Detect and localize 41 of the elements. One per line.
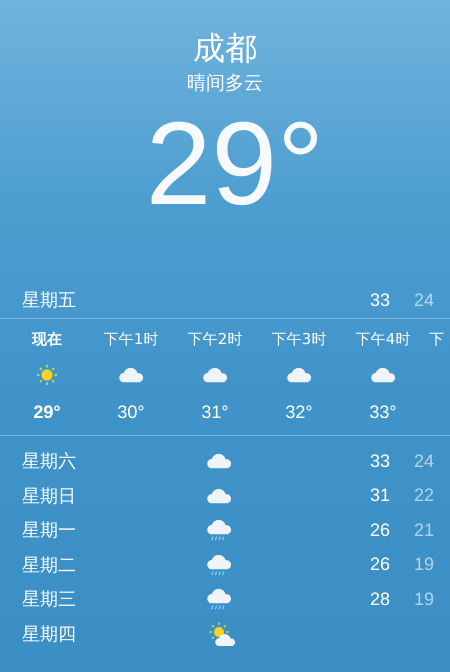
weekday-label: 星期六 (22, 450, 77, 474)
high-temperature: 31 (368, 485, 390, 506)
weekday-label: 星期日 (22, 484, 77, 508)
weather-condition: 晴间多云 (187, 71, 263, 96)
low-temperature: 19 (412, 588, 434, 610)
low-temperature: 24 (412, 290, 434, 310)
weekday-label: 星期四 (22, 622, 77, 646)
rain-cloud-icon (207, 586, 231, 612)
hour-label: 下午3时 (272, 329, 326, 349)
hour-temperature: 32° (285, 401, 313, 423)
sun-icon (35, 363, 59, 387)
hour-label: 下午2时 (188, 329, 242, 349)
hour-temperature: 33° (369, 401, 397, 423)
high-temperature: 33 (368, 290, 390, 310)
high-temperature: 33 (368, 450, 390, 472)
cloud-icon (287, 365, 311, 385)
sun-behind-cloud-icon (207, 620, 237, 647)
high-temperature: 26 (368, 554, 390, 576)
cloud-icon (119, 365, 143, 385)
city-name: 成都 (193, 28, 257, 68)
high-temperature: 28 (368, 588, 390, 610)
low-temperature: 21 (412, 520, 434, 541)
low-temperature: 22 (412, 485, 434, 506)
hour-label: 下午1时 (104, 329, 158, 349)
weekday-label: 星期三 (22, 588, 77, 612)
cloud-icon (371, 365, 395, 385)
weekday-label: 星期二 (22, 554, 77, 577)
weekday-label: 星期一 (22, 519, 77, 542)
current-temperature: 29° (146, 104, 324, 224)
hour-temperature: 30° (117, 401, 145, 423)
hour-temperature: 29° (33, 401, 61, 423)
hour-label: 下午4时 (356, 329, 410, 349)
high-temperature: 26 (368, 520, 390, 541)
rain-cloud-icon (207, 517, 231, 544)
cloud-icon (203, 365, 227, 385)
hour-label: 下 (429, 330, 444, 348)
hour-temperature: 31° (201, 401, 229, 423)
low-temperature: 24 (412, 450, 434, 472)
weekday-label: 星期五 (22, 289, 77, 312)
hour-label: 现在 (32, 329, 62, 349)
low-temperature: 19 (412, 554, 434, 576)
